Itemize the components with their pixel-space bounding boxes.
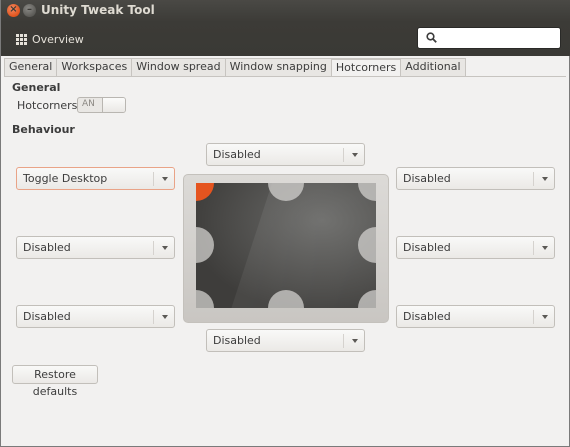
combo-value: Disabled	[213, 334, 261, 347]
combo-separator	[153, 310, 154, 324]
combo-separator	[153, 172, 154, 186]
hotcorner-bottom-left-indicator[interactable]	[196, 290, 214, 308]
combo-separator	[533, 241, 534, 255]
combo-value: Disabled	[403, 241, 451, 254]
tab-window-snapping[interactable]: Window snapping	[224, 58, 331, 76]
screen-reflection	[228, 183, 376, 308]
chevron-down-icon	[162, 246, 168, 250]
tab-window-spread[interactable]: Window spread	[131, 58, 225, 76]
chevron-down-icon	[542, 315, 548, 319]
bottom-left-corner-combo[interactable]: Disabled	[16, 305, 175, 328]
overview-label: Overview	[32, 32, 84, 46]
close-icon: ×	[9, 4, 18, 15]
bottom-right-corner-combo[interactable]: Disabled	[396, 305, 555, 328]
right-edge-combo[interactable]: Disabled	[396, 236, 555, 259]
left-edge-combo[interactable]: Disabled	[16, 236, 175, 259]
app-window: × – Unity Tweak Tool Overview General Wo…	[0, 0, 570, 447]
combo-value: Disabled	[403, 172, 451, 185]
chevron-down-icon	[542, 177, 548, 181]
tab-bar: General Workspaces Window spread Window …	[4, 58, 466, 77]
tab-general[interactable]: General	[4, 58, 57, 76]
combo-value: Disabled	[23, 241, 71, 254]
toolbar: Overview	[1, 22, 570, 56]
tab-workspaces[interactable]: Workspaces	[56, 58, 132, 76]
grid-icon	[16, 33, 27, 45]
chevron-down-icon	[352, 153, 358, 157]
search-input[interactable]	[417, 27, 561, 49]
combo-separator	[533, 172, 534, 186]
top-corner-combo[interactable]: Disabled	[206, 143, 365, 166]
screen-preview-display	[196, 183, 376, 308]
behaviour-heading: Behaviour	[12, 123, 75, 136]
chevron-down-icon	[542, 246, 548, 250]
combo-separator	[533, 310, 534, 324]
tab-divider	[4, 76, 566, 77]
combo-separator	[343, 334, 344, 348]
overview-button[interactable]: Overview	[16, 31, 84, 47]
chevron-down-icon	[352, 339, 358, 343]
combo-value: Disabled	[403, 310, 451, 323]
general-heading: General	[12, 81, 61, 94]
title-bar: × – Unity Tweak Tool	[1, 0, 570, 22]
hotcorner-left-indicator[interactable]	[196, 227, 214, 263]
search-icon	[426, 32, 437, 43]
restore-defaults-button[interactable]: Restore defaults	[12, 365, 98, 398]
chevron-down-icon	[162, 315, 168, 319]
combo-value: Toggle Desktop	[23, 172, 108, 185]
combo-value: Disabled	[23, 310, 71, 323]
minimize-button[interactable]: –	[23, 4, 36, 17]
hotcorners-switch-text: AN	[82, 99, 95, 109]
switch-knob[interactable]	[102, 98, 125, 112]
window-title: Unity Tweak Tool	[41, 3, 155, 17]
hotcorners-label: Hotcorners:	[17, 99, 82, 112]
tab-additional[interactable]: Additional	[400, 58, 466, 76]
bottom-corner-combo[interactable]: Disabled	[206, 329, 365, 352]
top-right-corner-combo[interactable]: Disabled	[396, 167, 555, 190]
tab-hotcorners[interactable]: Hotcorners	[330, 58, 401, 77]
combo-value: Disabled	[213, 148, 261, 161]
minimize-icon: –	[27, 4, 32, 15]
hotcorner-top-left-indicator[interactable]	[196, 183, 214, 201]
combo-separator	[153, 241, 154, 255]
chevron-down-icon	[162, 177, 168, 181]
combo-separator	[343, 148, 344, 162]
hotcorners-switch[interactable]: AN	[77, 97, 126, 113]
top-left-corner-combo[interactable]: Toggle Desktop	[16, 167, 175, 190]
close-button[interactable]: ×	[7, 4, 20, 17]
